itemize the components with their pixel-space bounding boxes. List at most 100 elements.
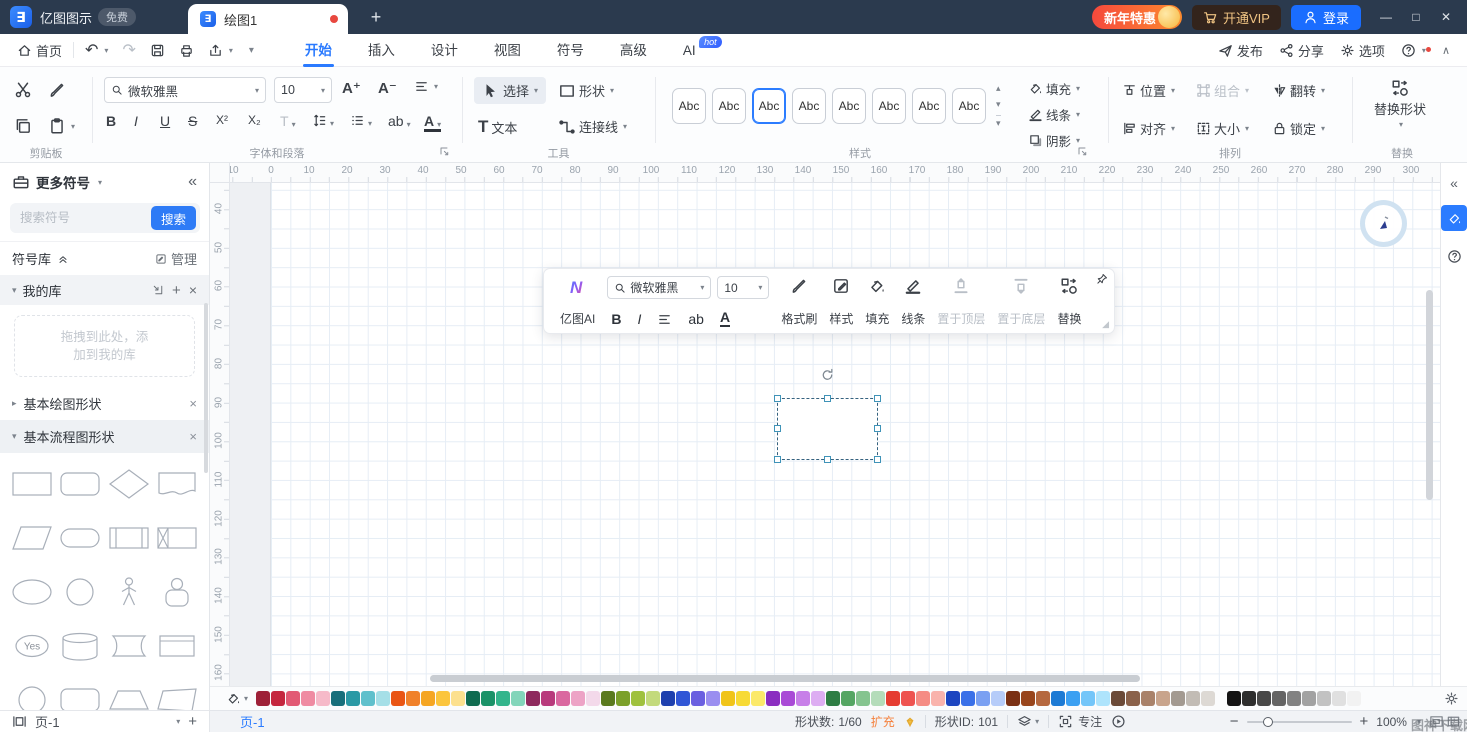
ai-button[interactable]: N 亿图AI bbox=[554, 276, 601, 328]
shape-card[interactable] bbox=[153, 621, 201, 671]
bold-button[interactable]: B bbox=[106, 113, 116, 129]
palette-swatch[interactable] bbox=[826, 691, 840, 706]
more-symbols-button[interactable]: 更多符号 bbox=[36, 172, 90, 192]
palette-swatch[interactable] bbox=[1006, 691, 1020, 706]
cut-button[interactable] bbox=[14, 81, 32, 99]
palette-swatch[interactable] bbox=[811, 691, 825, 706]
palette-swatch[interactable] bbox=[301, 691, 315, 706]
palette-swatch[interactable] bbox=[796, 691, 810, 706]
palette-swatch[interactable] bbox=[631, 691, 645, 706]
palette-swatch-gray[interactable] bbox=[1287, 691, 1301, 706]
resize-handle-nw[interactable] bbox=[774, 395, 781, 402]
layers-icon[interactable] bbox=[1017, 714, 1032, 729]
send-to-back-button[interactable]: 置于底层 bbox=[991, 276, 1051, 328]
ribbon-tab-设计[interactable]: 设计 bbox=[417, 34, 472, 67]
add-page-button[interactable]: + bbox=[188, 713, 197, 730]
replace-shape-button[interactable]: 替换形状 ▾ bbox=[1362, 79, 1438, 129]
palette-swatch[interactable] bbox=[916, 691, 930, 706]
zoom-in-button[interactable]: + bbox=[1360, 713, 1369, 730]
palette-swatch[interactable] bbox=[931, 691, 945, 706]
palette-swatch[interactable] bbox=[781, 691, 795, 706]
shape-round-rect[interactable] bbox=[56, 675, 104, 710]
palette-swatch[interactable] bbox=[481, 691, 495, 706]
shape-yes[interactable]: Yes bbox=[8, 621, 56, 671]
section-basic-draw-shapes[interactable]: ▸ 基本绘图形状 × bbox=[0, 387, 209, 420]
toolbar-resize-icon[interactable]: ◢ bbox=[1102, 319, 1109, 330]
palette-swatch[interactable] bbox=[256, 691, 270, 706]
shape-document[interactable] bbox=[153, 459, 201, 509]
add-icon[interactable]: + bbox=[172, 282, 181, 299]
shape-person[interactable] bbox=[105, 567, 153, 617]
position-button[interactable]: 位置▾ bbox=[1122, 81, 1175, 100]
shape-diamond[interactable] bbox=[105, 459, 153, 509]
text-tool-button[interactable]: T文本 bbox=[478, 117, 517, 137]
palette-swatch-gray[interactable] bbox=[1347, 691, 1361, 706]
ribbon-tab-视图[interactable]: 视图 bbox=[480, 34, 535, 67]
palette-swatch[interactable] bbox=[286, 691, 300, 706]
collapse-ribbon-button[interactable]: ∧ bbox=[1435, 44, 1457, 57]
pin-icon[interactable] bbox=[1096, 273, 1108, 285]
palette-swatch-gray[interactable] bbox=[1272, 691, 1286, 706]
palette-swatch[interactable] bbox=[271, 691, 285, 706]
font-size-select[interactable]: 10 ▾ bbox=[274, 77, 332, 103]
ribbon-tab-符号[interactable]: 符号 bbox=[543, 34, 598, 67]
login-button[interactable]: 登录 bbox=[1291, 5, 1361, 30]
page-tab[interactable]: 页-1 bbox=[35, 712, 60, 731]
shape-circle[interactable] bbox=[56, 567, 104, 617]
print-button[interactable] bbox=[172, 34, 201, 66]
palette-swatch-gray[interactable] bbox=[1227, 691, 1241, 706]
float-style-button[interactable]: 样式 bbox=[823, 276, 859, 328]
zoom-slider[interactable] bbox=[1247, 721, 1352, 723]
dialog-launcher-icon[interactable] bbox=[438, 145, 450, 157]
caret-down-icon[interactable]: ▾ bbox=[176, 717, 180, 726]
palette-swatch[interactable] bbox=[1036, 691, 1050, 706]
text-highlight-button[interactable]: ab▾ bbox=[388, 113, 411, 129]
ribbon-tab-开始[interactable]: 开始 bbox=[291, 34, 346, 67]
superscript-button[interactable]: X² bbox=[216, 113, 228, 127]
home-button[interactable]: 首页 bbox=[10, 34, 69, 66]
palette-swatch[interactable] bbox=[841, 691, 855, 706]
vip-button[interactable]: 开通VIP bbox=[1192, 5, 1281, 30]
float-font-size-select[interactable]: 10 ▾ bbox=[717, 276, 769, 299]
scroll-down-icon[interactable]: ▾ bbox=[996, 99, 1001, 110]
close-icon[interactable]: × bbox=[189, 429, 197, 444]
palette-swatch-gray[interactable] bbox=[1302, 691, 1316, 706]
format-painter-button[interactable] bbox=[48, 81, 66, 99]
shape-user[interactable] bbox=[153, 567, 201, 617]
float-font-family-select[interactable]: 微软雅黑 ▾ bbox=[607, 276, 711, 299]
style-gallery-scroll[interactable]: ▴ ▾ ▾ bbox=[996, 83, 1001, 129]
palette-swatch[interactable] bbox=[601, 691, 615, 706]
drop-area[interactable]: 拖拽到此处，添 加到我的库 bbox=[14, 315, 195, 377]
palette-swatch[interactable] bbox=[421, 691, 435, 706]
search-button[interactable]: 搜索 bbox=[151, 206, 196, 230]
palette-swatch[interactable] bbox=[616, 691, 630, 706]
palette-swatch[interactable] bbox=[511, 691, 525, 706]
shape-round-rect[interactable] bbox=[56, 459, 104, 509]
paste-button[interactable]: ▾ bbox=[48, 117, 75, 135]
float-fill-button[interactable]: 填充 bbox=[859, 276, 895, 328]
strikethrough-button[interactable]: S bbox=[188, 113, 197, 129]
palette-swatch-gray[interactable] bbox=[1242, 691, 1256, 706]
options-button[interactable]: 选项 bbox=[1333, 41, 1392, 60]
format-panel-button[interactable] bbox=[1441, 205, 1467, 231]
save-button[interactable] bbox=[143, 34, 172, 66]
undo-button[interactable]: ↶▾ bbox=[78, 34, 115, 66]
palette-swatch-gray[interactable] bbox=[1332, 691, 1346, 706]
palette-swatch[interactable] bbox=[556, 691, 570, 706]
palette-swatch[interactable] bbox=[991, 691, 1005, 706]
scroll-up-icon[interactable]: ▴ bbox=[996, 83, 1001, 94]
palette-swatch[interactable] bbox=[571, 691, 585, 706]
page-list-icon[interactable] bbox=[12, 714, 27, 729]
bold-button[interactable]: B bbox=[611, 311, 621, 327]
palette-swatch[interactable] bbox=[961, 691, 975, 706]
palette-swatch[interactable] bbox=[451, 691, 465, 706]
italic-button[interactable]: I bbox=[637, 311, 641, 327]
bring-to-front-button[interactable]: 置于顶层 bbox=[931, 276, 991, 328]
drawing-canvas[interactable]: N 亿图AI 微软雅黑 ▾ 10 ▾ bbox=[230, 183, 1440, 686]
style-preset-7[interactable]: Abc bbox=[912, 88, 946, 124]
shape-storage[interactable] bbox=[153, 513, 201, 563]
palette-swatch[interactable] bbox=[1081, 691, 1095, 706]
highlight-button[interactable]: ab bbox=[688, 311, 704, 327]
shape-cylinder[interactable] bbox=[56, 621, 104, 671]
palette-swatch[interactable] bbox=[1021, 691, 1035, 706]
